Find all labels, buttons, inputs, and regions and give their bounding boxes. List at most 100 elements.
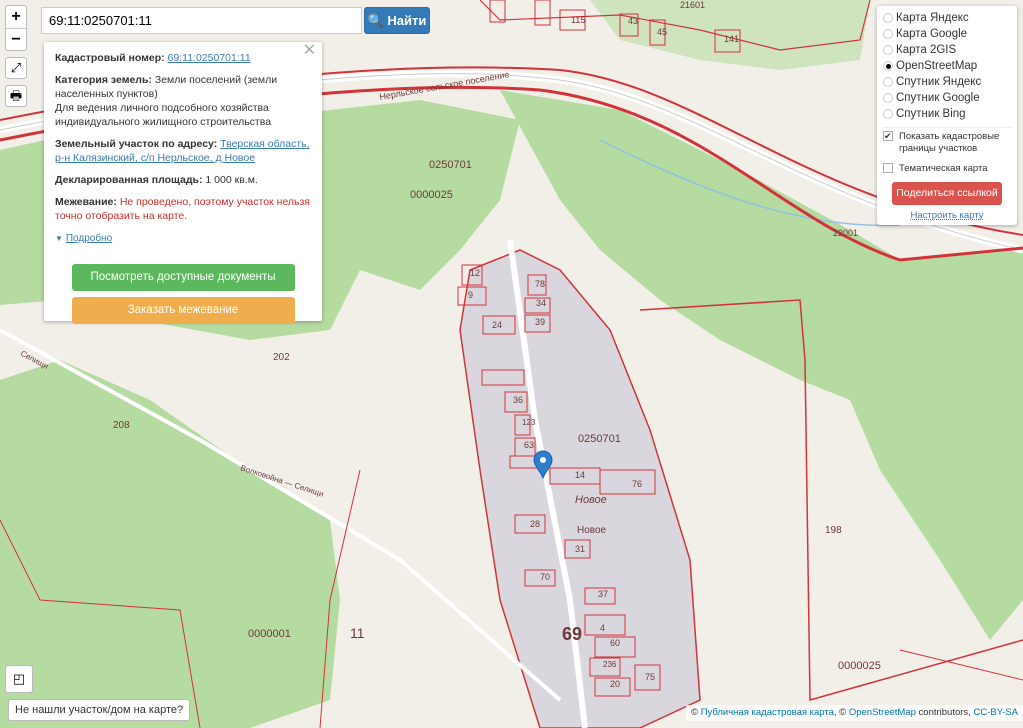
expand-icon: ⤢ [10,60,22,75]
map-label: 11 [350,625,365,641]
map-label: 115 [571,15,585,25]
layer-option[interactable]: OpenStreetMap [883,58,1011,74]
map-label: 0000025 [838,660,881,672]
not-found-button[interactable]: Не нашли участок/дом на карте? [8,699,191,721]
zoom-control: + − [5,5,27,51]
layer-option-label: Карта Google [896,28,968,40]
layer-option[interactable]: Спутник Яндекс [883,74,1011,90]
map-label: 39 [535,317,545,327]
checkbox-icon [883,163,893,173]
map-label: 198 [825,525,842,536]
map-label: 28 [530,519,540,529]
map-label: 123 [522,418,536,427]
map-label: 202 [273,352,290,363]
show-borders-label: Показать кадастровые границы участков [899,131,1000,154]
map-label: 69 [562,624,582,644]
show-borders-checkbox[interactable]: ✔ Показать кадастровые границы участков [883,131,1011,155]
contributors-text: contributors, [915,707,974,718]
caret-down-icon: ▼ [55,234,63,243]
map-label: Новое [575,494,607,506]
order-survey-button[interactable]: Заказать межевание [71,297,295,324]
attribution: © Публичная кадастровая карта, © OpenStr… [686,705,1023,721]
map-label: 0250701 [429,159,472,171]
thematic-label: Тематическая карта [899,162,988,174]
map-label: 37 [598,589,608,599]
map-label: 0000025 [410,189,453,201]
layer-option[interactable]: Карта 2GIS [883,42,1011,58]
radio-icon [883,61,893,71]
category-label: Категория земель: [55,74,152,86]
configure-map-link[interactable]: Настроить карту [883,210,1011,221]
radio-icon [883,13,893,23]
map-label: 36 [513,395,523,405]
thematic-map-checkbox[interactable]: Тематическая карта [883,160,1011,176]
map-label: 43 [628,16,638,26]
map-label: Новое [577,525,607,536]
layer-switcher: Карта Яндекс Карта Google Карта 2GIS OpenSt… [877,6,1017,225]
map-label: 12 [470,268,480,278]
search-icon: 🔍 [367,13,384,28]
map-label: 4 [600,623,605,633]
map-label: 34 [536,298,546,308]
layer-option-label: Спутник Google [896,92,980,104]
map-label: 24 [492,320,502,330]
printer-icon: 🖶 [9,88,23,103]
map-label: 14 [575,470,585,480]
map-label: 76 [632,479,642,489]
map-label: 60 [610,638,620,648]
map-label: 63 [524,440,534,450]
layer-option-label: Карта 2GIS [896,44,957,56]
layer-option[interactable]: Спутник Google [883,90,1011,106]
area-label: Декларированная площадь: [55,174,203,186]
share-link-button[interactable]: Поделиться ссылкой [892,182,1002,205]
zoom-in-button[interactable]: + [6,6,26,28]
cad-number-link[interactable]: 69:11:0250701:11 [168,52,251,64]
radio-icon [883,93,893,103]
zoom-out-button[interactable]: − [6,28,26,50]
layer-option[interactable]: Карта Google [883,26,1011,42]
map-label: 22001 [833,228,858,238]
map-label: 78 [535,279,545,289]
map-label: 141 [724,34,739,44]
cad-number-label: Кадастровый номер: [55,52,165,64]
radio-icon [883,45,893,55]
radio-icon [883,77,893,87]
map-label: 21601 [680,0,705,10]
print-button[interactable]: 🖶 [5,85,27,107]
map-label: 70 [540,572,550,582]
address-label: Земельный участок по адресу: [55,138,218,150]
fullscreen-button[interactable]: ⤢ [5,57,27,79]
map-label: 0250701 [578,433,621,445]
osm-link[interactable]: OpenStreetMap [849,707,916,718]
search-button[interactable]: 🔍 Найти [364,7,430,34]
survey-label: Межевание: [55,196,117,208]
view-documents-button[interactable]: Посмотреть доступные документы [71,264,295,291]
layer-option[interactable]: Карта Яндекс [883,10,1011,26]
layer-option[interactable]: Спутник Bing [883,106,1011,122]
map-label: 9 [468,290,473,300]
search-button-label: Найти [387,13,427,28]
checkbox-checked-icon: ✔ [883,131,893,141]
layer-option-label: Спутник Яндекс [896,76,982,88]
area-value: 1 000 кв.м. [205,174,258,186]
license-link[interactable]: CC-BY-SA [973,707,1018,718]
map-label: 31 [575,544,585,554]
map-label: 75 [645,672,655,682]
radio-icon [883,29,893,39]
map-label: 45 [657,27,667,37]
search-input[interactable] [41,7,362,34]
close-icon[interactable]: ✕ [303,43,316,59]
layer-option-label: Спутник Bing [896,108,966,120]
land-use: Для ведения личного подсобного хозяйства… [55,102,272,128]
square-icon: ◰ [12,671,26,686]
layer-option-label: OpenStreetMap [896,60,978,72]
pkk-link[interactable]: Публичная кадастровая карта [701,707,834,718]
map-label: 20 [610,679,620,689]
map-label: 236 [603,660,617,669]
radio-icon [883,109,893,119]
map-label: 208 [113,420,130,431]
details-link[interactable]: Подробно [66,233,112,244]
layer-option-label: Карта Яндекс [896,12,969,24]
map-label: 0000001 [248,628,291,640]
select-area-button[interactable]: ◰ [5,665,33,693]
